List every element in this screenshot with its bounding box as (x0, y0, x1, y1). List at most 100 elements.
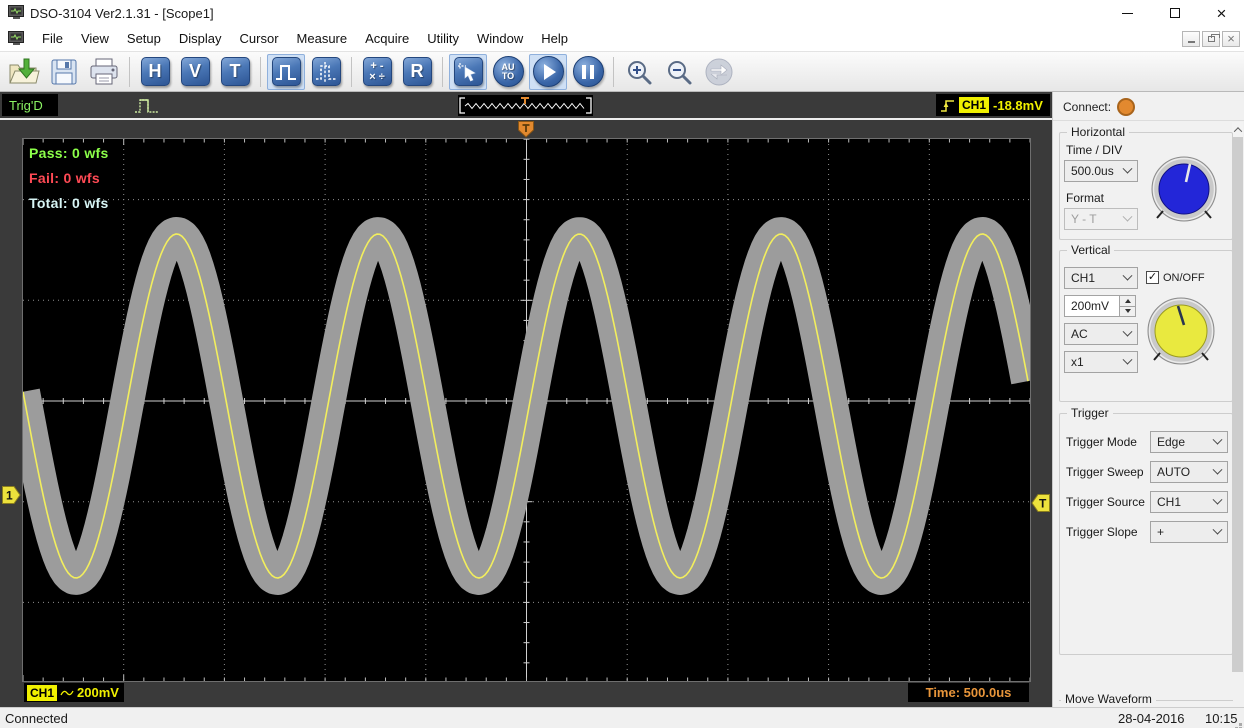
move-waveform-title: Move Waveform (1061, 692, 1156, 706)
mask-setup-button[interactable] (307, 54, 345, 90)
connect-label: Connect: (1063, 100, 1111, 114)
spin-up-button[interactable] (1120, 296, 1135, 306)
mdi-minimize-button[interactable] (1182, 31, 1200, 47)
horizontal-group-title: Horizontal (1067, 125, 1129, 139)
scroll-up-button[interactable] (1232, 122, 1243, 137)
open-button[interactable] (5, 54, 43, 90)
waveform-preview[interactable] (458, 95, 593, 116)
menu-display[interactable]: Display (170, 27, 231, 50)
mdi-window-buttons: × (1182, 31, 1240, 47)
trigger-source-value: CH1 (1157, 495, 1181, 509)
svg-text:1: 1 (6, 489, 13, 503)
trigger-group: Trigger Trigger Mode Edge Trigger Sweep … (1059, 413, 1233, 655)
menu-window[interactable]: Window (468, 27, 532, 50)
main-area: Trig'D CH1 -18.8mV (0, 92, 1244, 707)
minimize-button[interactable] (1105, 0, 1150, 26)
trigger-sweep-select[interactable]: AUTO (1150, 461, 1228, 483)
status-time: 10:15 (1205, 711, 1238, 726)
menu-measure[interactable]: Measure (288, 27, 357, 50)
total-count: Total: 0 wfs (29, 195, 109, 211)
print-button[interactable] (85, 54, 123, 90)
fail-count: Fail: 0 wfs (29, 170, 100, 186)
vertical-knob[interactable] (1144, 295, 1218, 369)
title-bar: DSO-3104 Ver2.1.31 - [Scope1] × (0, 0, 1244, 26)
close-button[interactable]: × (1199, 0, 1244, 26)
zoom-out-button[interactable] (660, 54, 698, 90)
mdi-restore-button[interactable] (1202, 31, 1220, 47)
pass-fail-button[interactable] (267, 54, 305, 90)
zoom-out-icon (665, 58, 693, 86)
run-button[interactable] (529, 54, 567, 90)
channel1-scale: 200mV (77, 685, 119, 700)
auto-setup-button[interactable]: AU TO (489, 54, 527, 90)
horizontal-setup-button[interactable]: H (136, 54, 174, 90)
volts-div-stepper[interactable]: 200mV (1064, 295, 1136, 317)
menu-bar: File View Setup Display Cursor Measure A… (0, 26, 1244, 52)
chevron-up-icon (1233, 127, 1241, 135)
math-times-divide: × ÷ (369, 72, 385, 83)
play-icon (533, 56, 564, 87)
format-select[interactable]: Y - T (1064, 208, 1138, 230)
trigger-source-select[interactable]: CH1 (1150, 491, 1228, 513)
math-plus-minus: + - (370, 61, 383, 72)
menu-utility[interactable]: Utility (418, 27, 468, 50)
horizontal-trigger-position-marker[interactable] (518, 121, 534, 138)
restore-icon (1208, 36, 1215, 42)
cursor-icon (454, 57, 483, 86)
toolbar-separator (129, 57, 130, 87)
mdi-close-button[interactable]: × (1222, 31, 1240, 47)
panel-scrollbar[interactable] (1232, 122, 1243, 672)
vertical-group-title: Vertical (1067, 243, 1114, 257)
resize-grip[interactable] (1239, 723, 1242, 726)
maximize-button[interactable] (1152, 0, 1197, 26)
chevron-down-icon (1123, 354, 1133, 364)
menu-help[interactable]: Help (532, 27, 577, 50)
menu-file[interactable]: File (33, 27, 72, 50)
probe-value: x1 (1071, 355, 1084, 369)
horizontal-knob[interactable] (1148, 155, 1220, 227)
channel-onoff[interactable]: ✓ ON/OFF (1146, 271, 1205, 284)
time-readout: Time: 500.0us (908, 683, 1029, 702)
checkbox-checked-icon[interactable]: ✓ (1146, 271, 1159, 284)
zoom-in-icon (625, 58, 653, 86)
chevron-down-icon (1123, 326, 1133, 336)
svg-text:T: T (1039, 497, 1047, 511)
channel1-position-marker[interactable]: 1 (2, 486, 21, 504)
trigger-level-value: -18.8mV (993, 98, 1043, 113)
pause-button[interactable] (569, 54, 607, 90)
pulse-mask-icon (312, 57, 341, 86)
volts-div-value: 200mV (1065, 299, 1119, 313)
menu-setup[interactable]: Setup (118, 27, 170, 50)
minimize-icon (1122, 13, 1133, 14)
menu-view[interactable]: View (72, 27, 118, 50)
save-button[interactable] (45, 54, 83, 90)
cursor-measure-button[interactable] (449, 54, 487, 90)
menu-acquire[interactable]: Acquire (356, 27, 418, 50)
probe-select[interactable]: x1 (1064, 351, 1138, 373)
auto-label-bottom: TO (502, 72, 514, 81)
trigger-mode-label: Trigger Mode (1066, 435, 1137, 449)
toolbar: H V T + - × ÷ R (0, 52, 1244, 92)
vertical-setup-button[interactable]: V (176, 54, 214, 90)
refresh-button[interactable] (700, 54, 738, 90)
trigger-mode-value: Edge (1157, 435, 1185, 449)
reference-button[interactable]: R (398, 54, 436, 90)
channel1-badge: CH1 (27, 685, 57, 701)
menu-cursor[interactable]: Cursor (231, 27, 288, 50)
trigger-setup-button[interactable]: T (216, 54, 254, 90)
math-button[interactable]: + - × ÷ (358, 54, 396, 90)
refresh-icon (704, 57, 734, 87)
document-icon (8, 31, 25, 46)
time-div-select[interactable]: 500.0us (1064, 160, 1138, 182)
trigger-mode-select[interactable]: Edge (1150, 431, 1228, 453)
trigger-slope-select[interactable]: + (1150, 521, 1228, 543)
channel-select[interactable]: CH1 (1064, 267, 1138, 289)
trigger-sweep-value: AUTO (1157, 465, 1190, 479)
trigger-level-marker[interactable]: T (1031, 494, 1050, 512)
scope-plot (23, 139, 1030, 681)
zoom-in-button[interactable] (620, 54, 658, 90)
connect-status-indicator (1117, 98, 1135, 116)
scope-display[interactable]: Pass: 0 wfs Fail: 0 wfs Total: 0 wfs (22, 138, 1031, 682)
coupling-select[interactable]: AC (1064, 323, 1138, 345)
spin-down-button[interactable] (1120, 306, 1135, 317)
